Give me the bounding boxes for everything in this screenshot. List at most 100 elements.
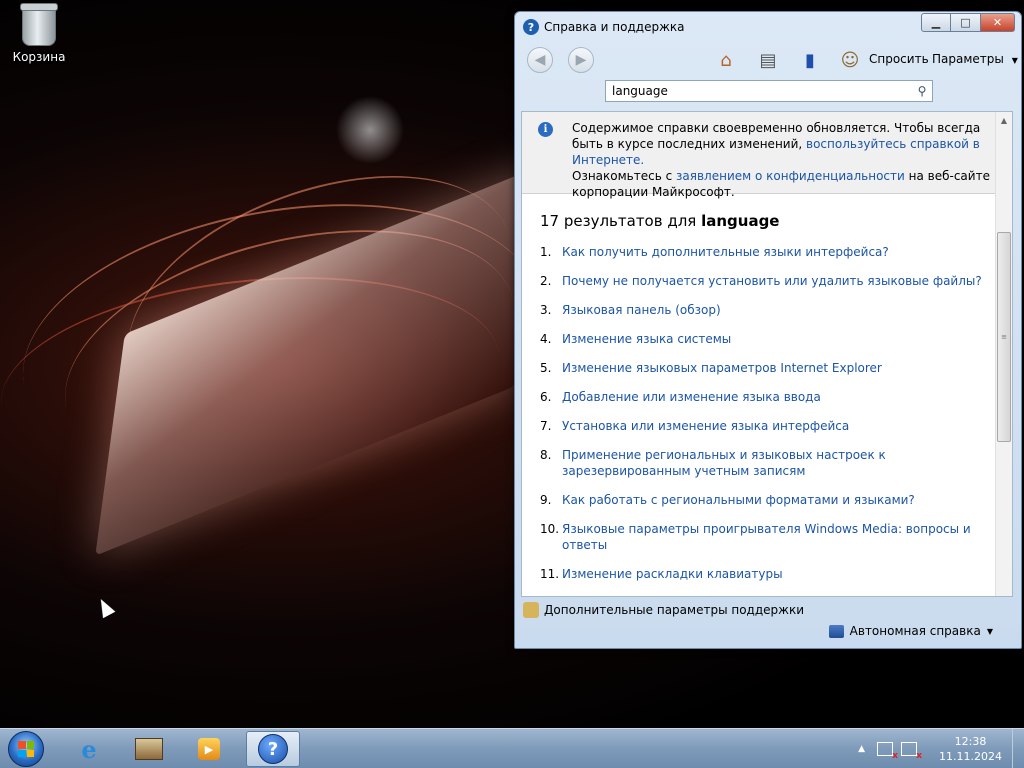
- help-content-pane: i Содержимое справки своевременно обновл…: [521, 111, 1013, 597]
- result-link[interactable]: Загрузка языкового пакета для получения …: [562, 595, 992, 596]
- result-item: 8. Применение региональных и языковых нас…: [540, 447, 992, 479]
- scrollbar-thumb[interactable]: ≡: [997, 232, 1011, 442]
- result-link[interactable]: Применение региональных и языковых настр…: [562, 447, 992, 479]
- result-number: 5.: [540, 361, 552, 375]
- browse-help-icon[interactable]: ▮: [797, 47, 823, 73]
- results-list: 1. Как получить дополнительные языки инте…: [540, 244, 992, 596]
- back-button[interactable]: ◀: [527, 47, 553, 73]
- offline-help-label: Автономная справка: [849, 624, 981, 638]
- arrow-right-icon: ▶: [575, 52, 587, 68]
- result-link[interactable]: Установка или изменение языка интерфейса: [562, 418, 849, 434]
- show-hidden-icons-button[interactable]: ▲: [858, 744, 865, 754]
- taskbar-help-and-support[interactable]: ?: [246, 731, 300, 767]
- result-number: 8.: [540, 448, 552, 462]
- taskbar-internet-explorer[interactable]: e: [62, 731, 116, 767]
- print-icon[interactable]: ▤: [755, 47, 781, 73]
- search-icon[interactable]: ⚲: [913, 82, 931, 100]
- offline-help-icon: [828, 624, 844, 638]
- clock-time: 12:38: [954, 735, 987, 748]
- chevron-down-icon: ▼: [986, 626, 993, 636]
- result-link[interactable]: Языковые параметры проигрывателя Windows…: [562, 521, 992, 553]
- ask-button[interactable]: Спросить: [869, 52, 929, 66]
- help-icon: ?: [258, 734, 288, 764]
- scroll-up-arrow-icon[interactable]: ▲: [996, 112, 1012, 128]
- help-icon: ?: [523, 19, 539, 35]
- ask-icon[interactable]: ☺: [837, 47, 863, 73]
- chevron-down-icon: ▼: [1011, 56, 1018, 65]
- result-number: 9.: [540, 493, 552, 507]
- result-link[interactable]: Изменение языка системы: [562, 331, 731, 347]
- close-button[interactable]: ✕: [981, 13, 1015, 32]
- recycle-bin-label: Корзина: [12, 50, 66, 64]
- result-item: 3. Языковая панель (обзор): [540, 302, 992, 318]
- result-link[interactable]: Почему не получается установить или удал…: [562, 273, 982, 289]
- privacy-statement-link[interactable]: заявлением о конфиденциальности: [676, 169, 905, 183]
- libraries-icon: [135, 738, 163, 760]
- result-item: 4. Изменение языка системы: [540, 331, 992, 347]
- result-item: 2. Почему не получается установить или уд…: [540, 273, 992, 289]
- results-query: language: [701, 212, 780, 230]
- info-icon: i: [538, 122, 553, 137]
- result-number: 7.: [540, 419, 552, 433]
- options-menu-button[interactable]: Параметры ▼: [932, 52, 1018, 66]
- search-results: 17 результатов для language 1. Как получи…: [522, 194, 1012, 596]
- support-people-icon: [523, 602, 539, 618]
- result-number: 6.: [540, 390, 552, 404]
- show-desktop-button[interactable]: [1012, 729, 1024, 768]
- help-and-support-window: ? Справка и поддержка ▁ □ ✕ ◀ ▶ ⌂ ▤ ▮ ☺ …: [514, 11, 1022, 649]
- window-controls: ▁ □ ✕: [921, 13, 1015, 32]
- windows-logo-icon: [18, 741, 34, 757]
- result-item: 5. Изменение языковых параметров Internet…: [540, 360, 992, 376]
- taskbar: e ▶ ? ▲ 12:38 11.11.2024: [0, 728, 1024, 768]
- internet-explorer-icon: e: [81, 734, 97, 764]
- more-support-options-label: Дополнительные параметры поддержки: [544, 603, 804, 617]
- taskbar-media-player[interactable]: ▶: [182, 731, 236, 767]
- result-number: 10.: [540, 522, 560, 536]
- result-number: 11.: [540, 567, 560, 581]
- result-link[interactable]: Языковая панель (обзор): [562, 302, 721, 318]
- title-bar[interactable]: ? Справка и поддержка ▁ □ ✕: [515, 12, 1021, 42]
- result-number: 4.: [540, 332, 552, 346]
- offline-help-menu[interactable]: Автономная справка ▼: [828, 624, 993, 638]
- forward-button[interactable]: ▶: [568, 47, 594, 73]
- results-count-text: 17 результатов для: [540, 212, 702, 230]
- options-label: Параметры: [932, 52, 1004, 66]
- start-button[interactable]: [8, 731, 44, 767]
- wallpaper-glow: [330, 90, 410, 170]
- result-number: 12.: [540, 595, 562, 596]
- recycle-bin-shortcut[interactable]: Корзина: [8, 3, 70, 64]
- clock[interactable]: 12:38 11.11.2024: [939, 734, 1002, 764]
- volume-muted-icon[interactable]: [901, 742, 922, 761]
- taskbar-libraries[interactable]: [122, 731, 176, 767]
- update-notice: i Содержимое справки своевременно обновл…: [522, 112, 1012, 199]
- arrow-left-icon: ◀: [534, 52, 546, 68]
- clock-date: 11.11.2024: [939, 750, 1002, 763]
- result-item: 7. Установка или изменение языка интерфей…: [540, 418, 992, 434]
- system-tray: ▲ 12:38 11.11.2024: [858, 734, 1002, 764]
- toolbar: ◀ ▶ ⌂ ▤ ▮ ☺ Спросить Параметры ▼: [515, 42, 1021, 76]
- action-center-icon[interactable]: [877, 742, 898, 761]
- minimize-button[interactable]: ▁: [921, 13, 951, 32]
- result-number: 3.: [540, 303, 552, 317]
- result-item: 11. Изменение раскладки клавиатуры: [540, 566, 992, 582]
- search-row: ⚲: [515, 76, 1021, 106]
- window-title: Справка и поддержка: [544, 20, 685, 34]
- result-link[interactable]: Изменение раскладки клавиатуры: [562, 566, 783, 582]
- result-link[interactable]: Как работать с региональными форматами и…: [562, 492, 915, 508]
- more-support-options-link[interactable]: Дополнительные параметры поддержки: [523, 602, 804, 618]
- result-item: 1. Как получить дополнительные языки инте…: [540, 244, 992, 260]
- mouse-pointer-icon: [94, 595, 116, 619]
- result-link[interactable]: Как получить дополнительные языки интерф…: [562, 244, 889, 260]
- search-input[interactable]: [605, 80, 933, 102]
- result-item: 9. Как работать с региональными форматами…: [540, 492, 992, 508]
- result-number: 1.: [540, 245, 552, 259]
- home-icon[interactable]: ⌂: [713, 47, 739, 73]
- result-item: 12.Загрузка языкового пакета для получен…: [540, 595, 992, 596]
- result-link[interactable]: Изменение языковых параметров Internet E…: [562, 360, 882, 376]
- result-number: 2.: [540, 274, 552, 288]
- maximize-button[interactable]: □: [951, 13, 981, 32]
- media-player-icon: ▶: [198, 738, 220, 760]
- result-link[interactable]: Добавление или изменение языка ввода: [562, 389, 821, 405]
- vertical-scrollbar[interactable]: ▲ ≡: [995, 112, 1012, 596]
- notice-text-2: Ознакомьтесь с: [572, 169, 677, 183]
